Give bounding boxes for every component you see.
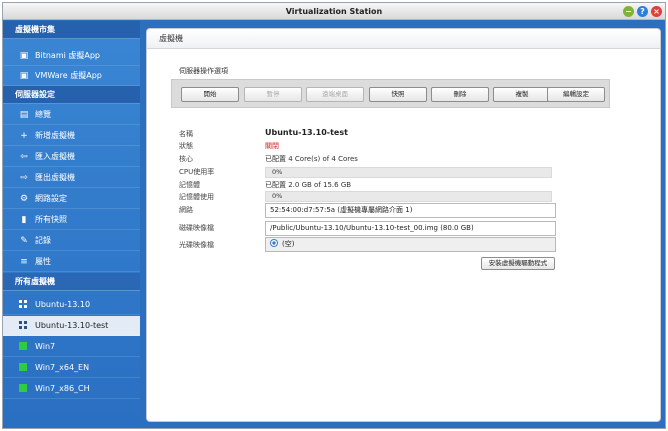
sidebar-group-all-vms[interactable]: 所有虛擬機 xyxy=(3,273,140,291)
page-title: 虛擬機 xyxy=(147,29,660,49)
help-icon[interactable]: ? xyxy=(637,6,648,17)
cdrom-image-field[interactable]: (空) xyxy=(265,237,556,252)
vm-name-value: Ubuntu-13.10-test xyxy=(265,128,348,137)
sidebar-group-server-settings[interactable]: 伺服器設定 xyxy=(3,86,140,104)
cores-value: 已配置 4 Core(s) of 4 Cores xyxy=(265,155,358,163)
remote-desktop-button[interactable]: 遠端桌面 xyxy=(306,87,364,102)
cdrom-value: (空) xyxy=(282,240,295,248)
state-label: 狀態 xyxy=(179,142,193,150)
name-label: 名稱 xyxy=(179,130,193,138)
pause-button[interactable]: 暫停 xyxy=(244,87,302,102)
memory-usage-bar: 0% xyxy=(265,191,552,202)
memory-value: 已配置 2.0 GB of 15.6 GB xyxy=(265,181,352,189)
vm-windows-icon xyxy=(19,384,27,392)
cpu-usage-bar: 0% xyxy=(265,167,552,178)
edit-settings-button[interactable]: 編輯設定 xyxy=(547,87,605,102)
vm-windows-icon xyxy=(19,363,27,371)
disk-image-label: 磁碟映像檔 xyxy=(179,224,214,232)
sidebar-item-bitnami[interactable]: ▣ Bitnami 虛擬App xyxy=(3,46,140,66)
app-window: Virtualization Station − ? × 虛擬機市集 ▣ Bitn… xyxy=(2,2,666,429)
snapshot-button[interactable]: 快照 xyxy=(369,87,427,102)
close-icon[interactable]: × xyxy=(651,6,662,17)
sidebar-item-export-vm[interactable]: ⇨ 匯出虛擬機 xyxy=(3,168,140,188)
disk-image-field: /Public/Ubuntu-13.10/Ubuntu-13.10-test_0… xyxy=(265,221,556,236)
memory-label: 記憶體 xyxy=(179,181,200,189)
sidebar-group-vm-market[interactable]: 虛擬機市集 xyxy=(3,21,140,39)
appliance-icon: ▣ xyxy=(19,71,29,81)
cpu-usage-label: CPU使用率 xyxy=(179,168,215,176)
clone-button[interactable]: 複製 xyxy=(493,87,551,102)
sidebar-item-vm-win7-x86-ch[interactable]: Win7_x86_CH xyxy=(3,379,140,399)
log-icon: ✎ xyxy=(20,236,28,246)
sidebar-item-label: 總覽 xyxy=(35,110,51,119)
minimize-icon[interactable]: − xyxy=(623,6,634,17)
sidebar-item-label: VMWare 虛擬App xyxy=(35,71,102,80)
sidebar: 虛擬機市集 ▣ Bitnami 虛擬App ▣ VMWare 虛擬App 伺服器設定… xyxy=(3,21,140,428)
start-button[interactable]: 開始 xyxy=(181,87,239,102)
sidebar-item-overview[interactable]: ▤ 總覽 xyxy=(3,105,140,125)
ops-section-label: 伺服器操作選項 xyxy=(179,67,228,75)
network-icon: ⚙ xyxy=(19,194,29,204)
sidebar-item-label: Ubuntu-13.10 xyxy=(35,300,91,309)
sidebar-item-properties[interactable]: ≡ 屬性 xyxy=(3,252,140,272)
sidebar-item-network-settings[interactable]: ⚙ 網路設定 xyxy=(3,189,140,209)
ops-toolbar: 開始 暫停 遠端桌面 快照 刪除 複製 編輯設定 xyxy=(171,79,610,108)
sidebar-item-vm-ubuntu-13-10[interactable]: Ubuntu-13.10 xyxy=(3,295,140,315)
sidebar-item-label: Bitnami 虛擬App xyxy=(35,51,101,60)
sidebar-item-vm-win7[interactable]: Win7 xyxy=(3,337,140,357)
vm-windows-icon xyxy=(19,342,27,350)
sidebar-item-vmware[interactable]: ▣ VMWare 虛擬App xyxy=(3,66,140,86)
sidebar-item-import-vm[interactable]: ⇦ 匯入虛擬機 xyxy=(3,147,140,167)
sidebar-item-label: Win7_x64_EN xyxy=(35,363,90,372)
content-panel: 虛擬機 伺服器操作選項 開始 暫停 遠端桌面 快照 刪除 複製 編輯設定 名稱 … xyxy=(146,28,661,422)
network-field: 52:54:00:d7:57:5a (虛擬機專屬網路介面 1) xyxy=(265,203,556,218)
sidebar-item-label: Win7_x86_CH xyxy=(35,384,90,393)
cdrom-image-label: 光碟映像檔 xyxy=(179,241,214,249)
sidebar-item-label: 記錄 xyxy=(35,236,51,245)
import-icon: ⇦ xyxy=(20,152,28,162)
memory-usage-label: 記憶體使用 xyxy=(179,193,214,201)
sidebar-item-label: 屬性 xyxy=(35,257,51,266)
sidebar-item-logs[interactable]: ✎ 記錄 xyxy=(3,231,140,251)
cdrom-radio-icon[interactable] xyxy=(270,239,278,247)
snapshot-icon: ▮ xyxy=(21,215,27,225)
sidebar-item-vm-ubuntu-13-10-test[interactable]: Ubuntu-13.10-test xyxy=(3,316,140,336)
vm-ubuntu-icon xyxy=(19,321,27,329)
sidebar-item-label: 網路設定 xyxy=(35,194,67,203)
network-label: 網路 xyxy=(179,206,193,214)
sidebar-item-label: 新增虛擬機 xyxy=(35,131,75,140)
delete-button[interactable]: 刪除 xyxy=(431,87,489,102)
sidebar-item-label: Ubuntu-13.10-test xyxy=(35,321,109,330)
sidebar-item-all-snapshots[interactable]: ▮ 所有快照 xyxy=(3,210,140,230)
plus-icon: + xyxy=(20,131,28,141)
appliance-icon: ▣ xyxy=(19,51,29,61)
sidebar-item-label: 匯出虛擬機 xyxy=(35,173,75,182)
state-value: 關閉 xyxy=(265,142,279,150)
cores-label: 核心 xyxy=(179,155,193,163)
window-title: Virtualization Station xyxy=(285,7,383,16)
sidebar-item-label: 匯入虛擬機 xyxy=(35,152,75,161)
sidebar-item-vm-win7-x64-en[interactable]: Win7_x64_EN xyxy=(3,358,140,378)
install-driver-button[interactable]: 安裝虛擬機驅動程式 xyxy=(481,257,555,270)
properties-icon: ≡ xyxy=(20,257,28,267)
title-bar: Virtualization Station − ? × xyxy=(3,3,665,20)
vm-ubuntu-icon xyxy=(19,300,27,308)
sidebar-item-label: Win7 xyxy=(35,342,56,351)
export-icon: ⇨ xyxy=(20,173,28,183)
overview-icon: ▤ xyxy=(19,110,29,120)
sidebar-item-add-vm[interactable]: + 新增虛擬機 xyxy=(3,126,140,146)
sidebar-item-label: 所有快照 xyxy=(35,215,67,224)
